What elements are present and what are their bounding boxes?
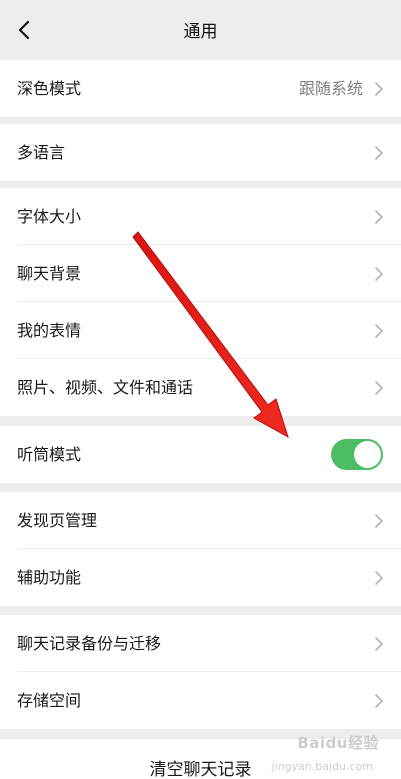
settings-group-language: 多语言 bbox=[0, 124, 401, 181]
settings-item-label: 多语言 bbox=[17, 143, 66, 162]
settings-item-discover-management[interactable]: 发现页管理 bbox=[0, 492, 401, 549]
settings-item-label: 照片、视频、文件和通话 bbox=[17, 378, 194, 397]
chevron-right-icon bbox=[375, 694, 383, 708]
navigation-bar: 通用 bbox=[0, 0, 401, 60]
chevron-right-icon bbox=[375, 267, 383, 281]
chevron-right-icon bbox=[375, 210, 383, 224]
chevron-right-icon bbox=[375, 82, 383, 96]
settings-item-language[interactable]: 多语言 bbox=[0, 124, 401, 181]
chevron-right-icon bbox=[375, 324, 383, 338]
settings-item-label: 深色模式 bbox=[17, 79, 82, 98]
chevron-right-icon bbox=[375, 514, 383, 528]
settings-item-label: 聊天记录备份与迁移 bbox=[17, 634, 162, 653]
earpiece-mode-toggle[interactable] bbox=[331, 439, 383, 470]
settings-group-storage: 聊天记录备份与迁移 存储空间 bbox=[0, 615, 401, 729]
watermark-brand: Baidu经验 bbox=[297, 734, 379, 752]
settings-item-font-size[interactable]: 字体大小 bbox=[0, 188, 401, 245]
page-title: 通用 bbox=[183, 22, 218, 42]
settings-item-label: 字体大小 bbox=[17, 207, 82, 226]
settings-item-label: 辅助功能 bbox=[17, 568, 82, 587]
toggle-knob bbox=[354, 441, 381, 468]
chevron-right-icon bbox=[375, 381, 383, 395]
settings-item-chat-background[interactable]: 聊天背景 bbox=[0, 245, 401, 302]
settings-item-value: 跟随系统 bbox=[298, 79, 363, 98]
settings-item-label: 我的表情 bbox=[17, 321, 82, 340]
settings-item-label: 听筒模式 bbox=[17, 445, 82, 464]
settings-item-storage[interactable]: 存储空间 bbox=[0, 672, 401, 729]
chevron-right-icon bbox=[375, 637, 383, 651]
settings-item-media-files-calls[interactable]: 照片、视频、文件和通话 bbox=[0, 359, 401, 416]
settings-group-discover: 发现页管理 辅助功能 bbox=[0, 492, 401, 606]
settings-item-accessibility[interactable]: 辅助功能 bbox=[0, 549, 401, 606]
settings-group-earpiece: 听筒模式 bbox=[0, 426, 401, 483]
watermark-url: jingyan.baidu.com bbox=[271, 760, 373, 773]
settings-item-dark-mode[interactable]: 深色模式 跟随系统 bbox=[0, 60, 401, 117]
chevron-right-icon bbox=[375, 146, 383, 160]
settings-item-chat-backup[interactable]: 聊天记录备份与迁移 bbox=[0, 615, 401, 672]
chevron-right-icon bbox=[375, 571, 383, 585]
settings-item-label: 发现页管理 bbox=[17, 511, 98, 530]
settings-item-earpiece-mode: 听筒模式 bbox=[0, 426, 401, 483]
settings-group-display: 深色模式 跟随系统 bbox=[0, 60, 401, 117]
settings-item-my-stickers[interactable]: 我的表情 bbox=[0, 302, 401, 359]
settings-group-chat: 字体大小 聊天背景 我的表情 照片、视频、文件和通话 bbox=[0, 188, 401, 416]
settings-item-label: 存储空间 bbox=[17, 691, 82, 710]
settings-item-label: 聊天背景 bbox=[17, 264, 82, 283]
